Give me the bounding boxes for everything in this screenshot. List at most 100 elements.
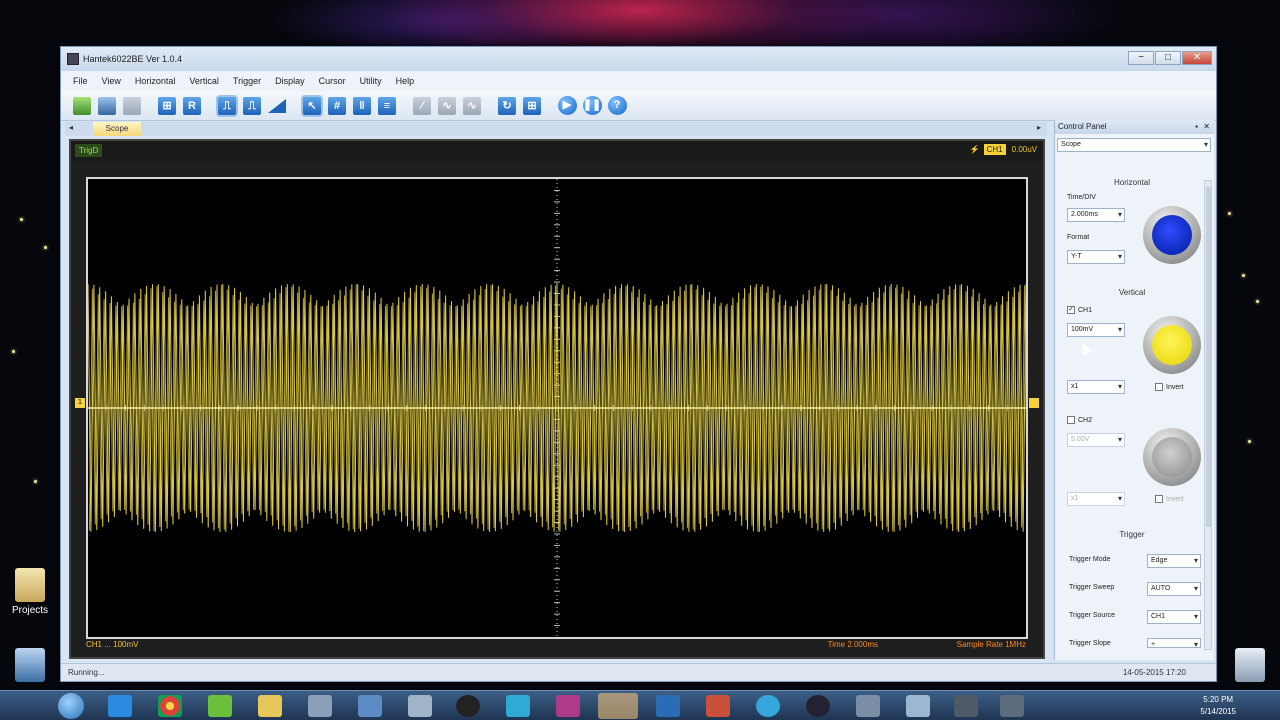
- trigger-source-select[interactable]: CH1: [1147, 610, 1201, 624]
- ref-button[interactable]: ∿: [436, 95, 458, 117]
- ch1-enable-checkbox[interactable]: ✓ CH1: [1067, 306, 1092, 314]
- minimize-button[interactable]: −: [1128, 51, 1154, 65]
- ramp-button[interactable]: [266, 95, 288, 117]
- panel-mode-select[interactable]: Scope: [1057, 138, 1211, 152]
- open-button[interactable]: [71, 95, 93, 117]
- desktop-icon-computer[interactable]: [2, 648, 58, 685]
- taskbar-app-icon[interactable]: [1000, 695, 1024, 717]
- taskbar-clock[interactable]: 5:20 PM 5/14/2015: [1200, 694, 1236, 718]
- taskbar-app-icon[interactable]: [408, 695, 432, 717]
- print-icon: [123, 96, 141, 115]
- tab-scope[interactable]: Scope: [93, 122, 141, 136]
- desktop-icon-projects[interactable]: Projects: [2, 568, 58, 616]
- taskbar-app-icon[interactable]: [806, 695, 830, 717]
- taskbar-app-icon[interactable]: [358, 695, 382, 717]
- start-button[interactable]: [58, 693, 84, 719]
- menu-bar: File View Horizontal Vertical Trigger Di…: [61, 71, 1216, 91]
- taskbar-chrome-icon[interactable]: [158, 695, 182, 717]
- open-icon: [73, 96, 91, 115]
- taskbar-hantek-active-icon[interactable]: [598, 693, 638, 719]
- tab-scroll-left-icon[interactable]: ◂: [69, 123, 73, 132]
- math-button[interactable]: ∕: [411, 95, 433, 117]
- cursor-horizontal-button[interactable]: ≡: [376, 95, 398, 117]
- cursor-select-button[interactable]: ↖: [301, 95, 323, 117]
- title-bar[interactable]: Hantek6022BE Ver 1.0.4 − □ ✕: [61, 47, 1216, 71]
- ch1-volts-knob[interactable]: [1143, 316, 1201, 374]
- menu-trigger[interactable]: Trigger: [233, 76, 261, 86]
- refresh-button[interactable]: ↻: [496, 95, 518, 117]
- ch1-invert-checkbox[interactable]: Invert: [1155, 383, 1184, 391]
- trigger-level: 0.00uV: [1011, 145, 1037, 154]
- rising-edge-button[interactable]: ⎍: [216, 95, 238, 117]
- taskbar-app-icon[interactable]: [556, 695, 580, 717]
- taskbar-app-icon[interactable]: [656, 695, 680, 717]
- falling-edge-button[interactable]: ⎍: [241, 95, 263, 117]
- ch2-enable-checkbox[interactable]: CH2: [1067, 416, 1092, 424]
- time-div-label: Time/DIV: [1067, 194, 1096, 201]
- ch1-knob-face: [1152, 325, 1192, 365]
- menu-display[interactable]: Display: [275, 76, 305, 86]
- cursor-cross-button[interactable]: #: [326, 95, 348, 117]
- fft-button[interactable]: ∿: [461, 95, 483, 117]
- save-button[interactable]: [96, 95, 118, 117]
- toolbar: ⊞ R ⎍ ⎍ ↖ # ‖ ≡ ∕ ∿ ∿ ↻ ⊞ ▶ ❚❚ ?: [61, 91, 1216, 121]
- waveform-screen[interactable]: [86, 177, 1028, 639]
- trigger-slope-select[interactable]: +: [1147, 638, 1201, 651]
- print-button[interactable]: [121, 95, 143, 117]
- cursor-vertical-icon: ‖: [353, 96, 371, 115]
- desktop-icon-label: Projects: [11, 605, 49, 616]
- trigger-level-marker[interactable]: [1029, 398, 1039, 408]
- menu-cursor[interactable]: Cursor: [319, 76, 346, 86]
- cursor-vertical-button[interactable]: ‖: [351, 95, 373, 117]
- menu-help[interactable]: Help: [396, 76, 415, 86]
- pause-button[interactable]: ❚❚: [581, 95, 603, 117]
- control-panel-scrollbar[interactable]: [1204, 180, 1212, 650]
- auto-set-button[interactable]: ⊞: [156, 95, 178, 117]
- play-button[interactable]: ▶: [556, 95, 578, 117]
- grid-button[interactable]: ⊞: [521, 95, 543, 117]
- math-icon: ∕: [413, 96, 431, 115]
- close-panel-icon[interactable]: ✕: [1203, 120, 1210, 134]
- status-datetime: 14-05-2015 17:20: [1122, 668, 1186, 677]
- taskbar-app-icon[interactable]: [308, 695, 332, 717]
- ch1-probe-select[interactable]: x1: [1067, 380, 1125, 394]
- maximize-button[interactable]: □: [1155, 51, 1181, 65]
- ch1-volts-select[interactable]: 100mV: [1067, 323, 1125, 337]
- control-panel: Control Panel ▪ ✕ Scope Horizontal Time/…: [1054, 120, 1214, 660]
- taskbar-app-icon[interactable]: [706, 695, 730, 717]
- star: [34, 480, 37, 483]
- close-button[interactable]: ✕: [1182, 51, 1212, 65]
- help-button[interactable]: ?: [606, 95, 628, 117]
- menu-view[interactable]: View: [102, 76, 121, 86]
- pin-icon[interactable]: ▪: [1195, 120, 1198, 134]
- menu-utility[interactable]: Utility: [360, 76, 382, 86]
- ch2-volts-select[interactable]: 5.00V: [1067, 433, 1125, 447]
- taskbar-app-icon[interactable]: [756, 695, 780, 717]
- ch2-probe-select[interactable]: x1: [1067, 492, 1125, 506]
- time-div-knob[interactable]: [1143, 206, 1201, 264]
- desktop-icon-recycle-bin[interactable]: [1222, 648, 1278, 685]
- run-stop-button[interactable]: R: [181, 95, 203, 117]
- ch2-invert-checkbox[interactable]: Invert: [1155, 495, 1184, 503]
- taskbar-app-icon[interactable]: [906, 695, 930, 717]
- ch2-volts-knob[interactable]: [1143, 428, 1201, 486]
- menu-horizontal[interactable]: Horizontal: [135, 76, 176, 86]
- taskbar-ie-icon[interactable]: [108, 695, 132, 717]
- taskbar-app-icon[interactable]: [208, 695, 232, 717]
- trigger-mode-select[interactable]: Edge: [1147, 554, 1201, 568]
- menu-file[interactable]: File: [73, 76, 88, 86]
- recycle-bin-icon: [1235, 648, 1265, 682]
- taskbar-app-icon[interactable]: [456, 695, 480, 717]
- trigger-sweep-select[interactable]: AUTO: [1147, 582, 1201, 596]
- time-div-select[interactable]: 2.000ms: [1067, 208, 1125, 222]
- trigger-info: ⚡ CH1 0.00uV: [970, 144, 1037, 155]
- format-select[interactable]: Y-T: [1067, 250, 1125, 264]
- taskbar-app-icon[interactable]: [856, 695, 880, 717]
- taskbar-app-icon[interactable]: [506, 695, 530, 717]
- scrollbar-thumb[interactable]: [1206, 187, 1211, 527]
- menu-vertical[interactable]: Vertical: [189, 76, 219, 86]
- ch1-ground-marker[interactable]: 1: [75, 398, 85, 408]
- tab-scroll-right-icon[interactable]: ▸: [1037, 123, 1041, 132]
- taskbar-app-icon[interactable]: [954, 695, 978, 717]
- taskbar-explorer-icon[interactable]: [258, 695, 282, 717]
